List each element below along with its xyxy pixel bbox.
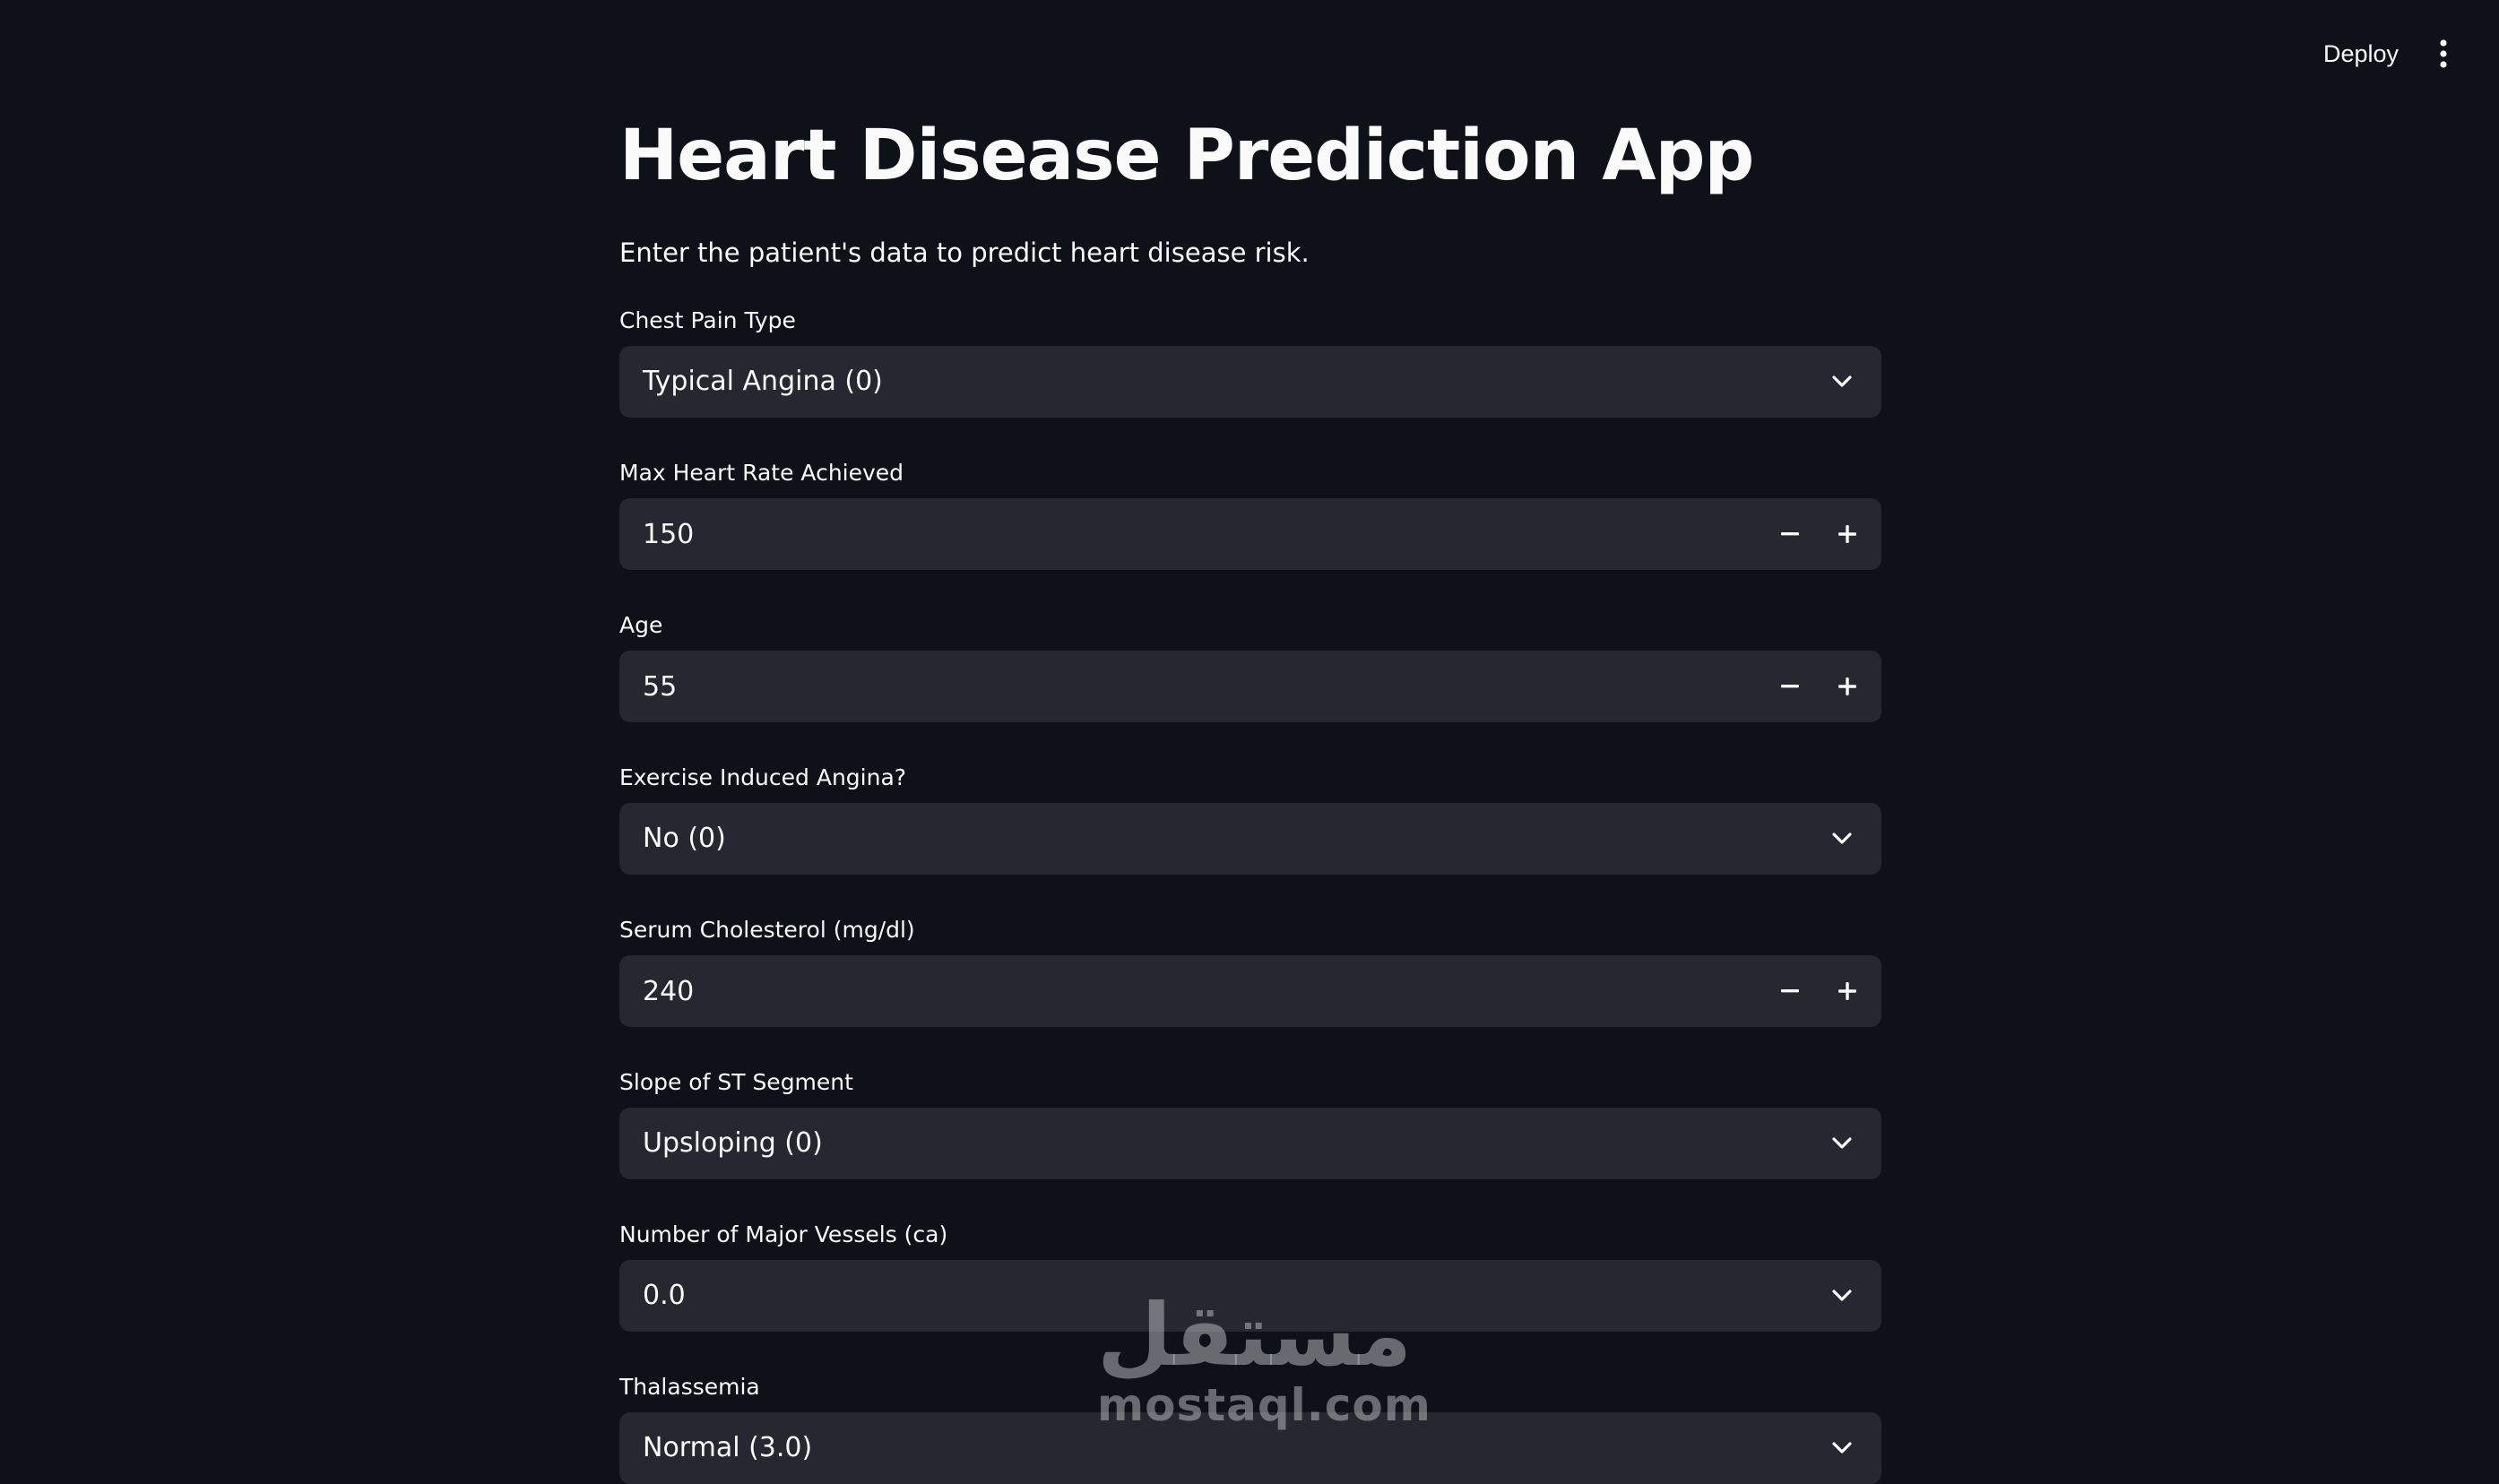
max-heart-rate-stepper [619, 498, 1881, 570]
plus-icon [1838, 677, 1856, 695]
chevron-down-icon [1829, 1283, 1855, 1308]
cholesterol-label: Serum Cholesterol (mg/dl) [619, 917, 915, 943]
cholesterol-field: Serum Cholesterol (mg/dl) [619, 914, 1881, 1027]
slope-field: Slope of ST Segment Upsloping (0) [619, 1066, 1881, 1179]
page-subtitle: Enter the patient's data to predict hear… [619, 237, 1310, 268]
vessels-field: Number of Major Vessels (ca) 0.0 [619, 1219, 1881, 1332]
slope-select[interactable]: Upsloping (0) [619, 1108, 1881, 1179]
minus-icon [1781, 989, 1799, 993]
max-heart-rate-input[interactable] [619, 498, 1761, 570]
slope-label: Slope of ST Segment [619, 1069, 853, 1095]
chest-pain-label: Chest Pain Type [619, 307, 796, 333]
exercise-angina-select[interactable]: No (0) [619, 803, 1881, 875]
cholesterol-decrement-button[interactable] [1761, 955, 1819, 1027]
chevron-down-icon [1829, 826, 1855, 851]
plus-icon [1838, 982, 1856, 1000]
cholesterol-input[interactable] [619, 955, 1761, 1027]
main-menu-button[interactable] [2422, 32, 2465, 75]
chest-pain-select[interactable]: Typical Angina (0) [619, 346, 1881, 418]
chevron-down-icon [1829, 369, 1855, 394]
age-label: Age [619, 612, 663, 638]
slope-selected-value: Upsloping (0) [643, 1127, 823, 1159]
max-heart-rate-label: Max Heart Rate Achieved [619, 460, 904, 486]
thalassemia-label: Thalassemia [619, 1374, 760, 1400]
exercise-angina-field: Exercise Induced Angina? No (0) [619, 762, 1881, 875]
minus-icon [1781, 685, 1799, 688]
chevron-down-icon [1829, 1131, 1855, 1156]
kebab-vertical-icon [2440, 39, 2447, 68]
app-header: Deploy [0, 0, 2499, 108]
page-title: Heart Disease Prediction App [619, 116, 1754, 196]
age-input[interactable] [619, 651, 1761, 722]
deploy-button[interactable]: Deploy [2307, 32, 2415, 75]
max-heart-rate-decrement-button[interactable] [1761, 498, 1819, 570]
plus-icon [1838, 525, 1856, 543]
cholesterol-increment-button[interactable] [1819, 955, 1876, 1027]
chest-pain-field: Chest Pain Type Typical Angina (0) [619, 305, 1881, 418]
chest-pain-selected-value: Typical Angina (0) [643, 366, 883, 397]
main-content: Heart Disease Prediction App Enter the p… [619, 106, 1881, 1484]
age-field: Age [619, 609, 1881, 722]
thalassemia-selected-value: Normal (3.0) [643, 1432, 813, 1463]
chevron-down-icon [1829, 1436, 1855, 1461]
vessels-label: Number of Major Vessels (ca) [619, 1221, 948, 1247]
age-decrement-button[interactable] [1761, 651, 1819, 722]
minus-icon [1781, 532, 1799, 536]
exercise-angina-label: Exercise Induced Angina? [619, 764, 907, 790]
cholesterol-stepper [619, 955, 1881, 1027]
thalassemia-select[interactable]: Normal (3.0) [619, 1412, 1881, 1484]
max-heart-rate-increment-button[interactable] [1819, 498, 1876, 570]
vessels-selected-value: 0.0 [643, 1280, 686, 1311]
age-increment-button[interactable] [1819, 651, 1876, 722]
max-heart-rate-field: Max Heart Rate Achieved [619, 457, 1881, 570]
vessels-select[interactable]: 0.0 [619, 1260, 1881, 1332]
thalassemia-field: Thalassemia Normal (3.0) [619, 1371, 1881, 1484]
age-stepper [619, 651, 1881, 722]
exercise-angina-selected-value: No (0) [643, 823, 726, 854]
